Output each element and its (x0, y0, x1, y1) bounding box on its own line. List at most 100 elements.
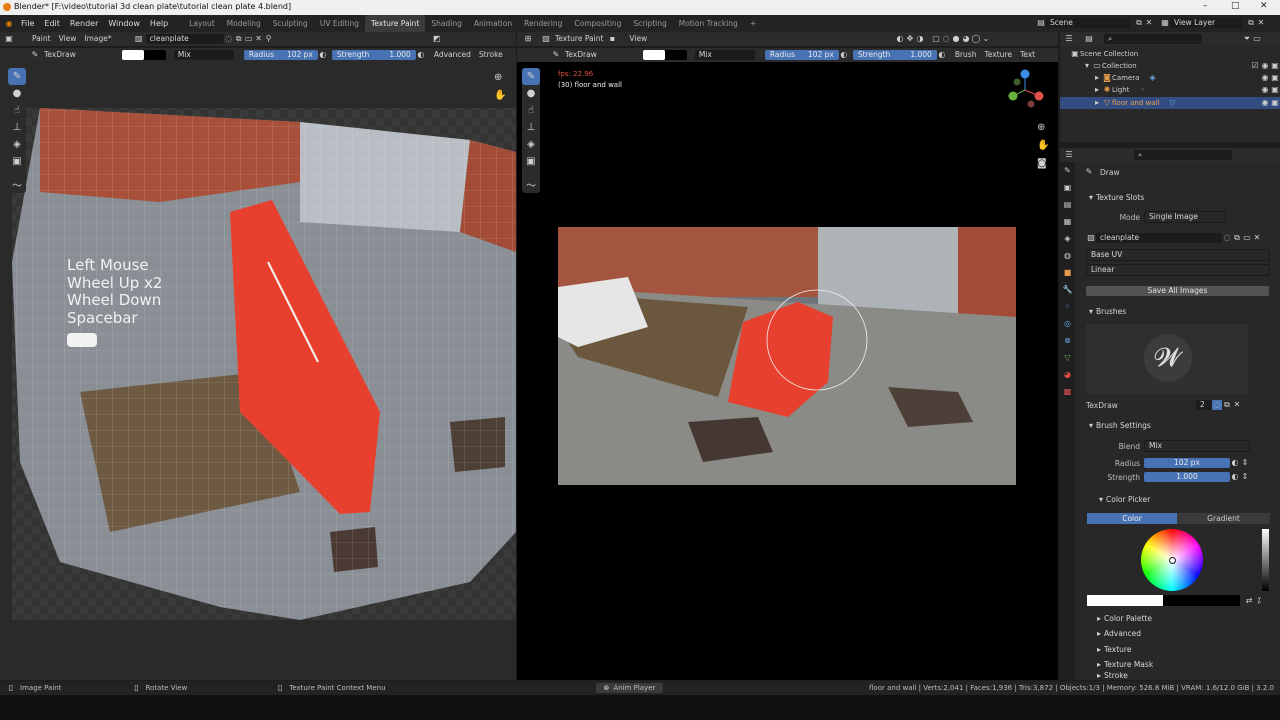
eyedropper-icon[interactable]: ⁒ (1254, 596, 1264, 606)
collapse-icon[interactable]: ▾ (1086, 421, 1096, 431)
fill-tool-icon[interactable]: ◈ (8, 136, 26, 153)
tab-uv-editing[interactable]: UV Editing (314, 15, 365, 32)
save-all-images-button[interactable]: Save All Images (1086, 286, 1269, 296)
texture-paint-mode-dropdown[interactable]: Texture Paint (551, 32, 607, 46)
shading-render-icon[interactable]: ◯ (971, 34, 981, 44)
brush-settings-panel-header[interactable]: ▾ Brush Settings (1086, 419, 1151, 433)
fake-user-icon[interactable]: ◌ (224, 34, 234, 44)
secondary-color-swatch[interactable] (1163, 595, 1240, 606)
pressure-icon[interactable]: ◐ (839, 50, 849, 60)
blender-menu-icon[interactable]: ◉ (4, 19, 14, 29)
gizmo-y-icon[interactable] (1008, 91, 1018, 101)
smear-tool-icon[interactable]: ☝ (8, 102, 26, 119)
tab-scripting[interactable]: Scripting (627, 15, 672, 32)
expand-icon[interactable]: ▾ (1082, 61, 1092, 71)
view-layer-remove-icon[interactable]: ✕ (1256, 18, 1266, 28)
slot-image-field[interactable]: cleanplate (1096, 233, 1222, 243)
viewport-brush-name[interactable]: TexDraw (561, 48, 601, 62)
pan-hand-icon[interactable]: ✋ (1037, 140, 1049, 151)
annotate-tool-icon[interactable]: 〜 (8, 176, 26, 193)
xray-icon[interactable]: ▢ (931, 34, 941, 44)
blend-mode-dropdown[interactable]: Mix (173, 50, 234, 60)
view-layer-tab-icon[interactable]: ▦ (1060, 213, 1075, 230)
advanced-dropdown[interactable]: Advanced (430, 48, 475, 62)
clone-tool-icon[interactable]: ⊥ (8, 119, 26, 136)
expand-icon[interactable]: ▸ (1092, 85, 1102, 95)
viewport-strength-slider[interactable]: Strength 1.000 (852, 50, 937, 60)
subpanel-advanced[interactable]: ▸ Advanced (1094, 627, 1141, 641)
outliner-item-camera[interactable]: ▸ ◙ Camera ◈ ◉ ▣ (1092, 73, 1280, 83)
zoom-icon[interactable]: ⊕ (1037, 122, 1045, 133)
mask-tool-icon[interactable]: ▣ (522, 153, 540, 170)
properties-search-input[interactable]: ⌕ (1134, 150, 1232, 160)
view-layer-new-icon[interactable]: ⧉ (1246, 18, 1256, 28)
shading-solid-icon[interactable]: ● (951, 34, 961, 44)
constraints-tab-icon[interactable]: ⊗ (1060, 332, 1075, 349)
menu-help[interactable]: Help (145, 15, 173, 32)
menu-image[interactable]: Image* (80, 32, 115, 46)
tab-sculpting[interactable]: Sculpting (267, 15, 314, 32)
collapse-icon[interactable]: ▾ (1086, 307, 1096, 317)
render-tab-icon[interactable]: ▣ (1060, 179, 1075, 196)
outliner-item-floor-and-wall[interactable]: ▸ ▽ floor and wall ▽ ◉ ▣ (1060, 97, 1280, 109)
brush-fake-user-icon[interactable]: ◌ (1212, 400, 1222, 410)
brush-strength-slider[interactable]: 1.000 (1144, 472, 1230, 482)
expand-icon[interactable]: ▸ (1092, 98, 1102, 108)
cancel-job-icon[interactable]: ⊗ (604, 684, 610, 692)
tool-tab-icon[interactable]: ✎ (1060, 162, 1075, 179)
color-swatch-secondary[interactable] (143, 50, 166, 60)
scene-remove-icon[interactable]: ✕ (1144, 18, 1154, 28)
strength-pressure-icon[interactable]: ◐ (937, 50, 947, 60)
expand-icon[interactable]: ▸ (1094, 629, 1104, 639)
render-icon[interactable]: ▣ (1270, 98, 1280, 108)
tab-gradient[interactable]: Gradient (1177, 513, 1270, 524)
scene-new-icon[interactable]: ⧉ (1134, 18, 1144, 28)
outliner-root[interactable]: ▣ Scene Collection (1070, 49, 1138, 59)
color-picker-panel-header[interactable]: ▾ Color Picker (1096, 493, 1150, 507)
camera-view-icon[interactable]: ◙ (1037, 158, 1047, 169)
eye-icon[interactable]: ◉ (1260, 73, 1270, 83)
menu-render[interactable]: Render (65, 15, 103, 32)
fill-tool-icon[interactable]: ◈ (522, 136, 540, 153)
shading-wire-icon[interactable]: ◌ (941, 34, 951, 44)
open-image-icon[interactable]: ▭ (244, 34, 254, 44)
menu-view[interactable]: View (55, 32, 81, 46)
tab-shading[interactable]: Shading (425, 15, 467, 32)
pressure-icon[interactable]: ◐ (318, 50, 328, 60)
render-icon[interactable]: ▣ (1270, 73, 1280, 83)
draw-tool-icon[interactable]: ✎ (8, 68, 26, 85)
subpanel-texture[interactable]: ▸ Texture (1094, 643, 1131, 657)
unlink-image-icon[interactable]: ✕ (1252, 233, 1262, 243)
expand-icon[interactable]: ▸ (1094, 672, 1104, 680)
pan-hand-icon[interactable]: ✋ (494, 90, 506, 101)
open-image-icon[interactable]: ▭ (1242, 233, 1252, 243)
annotate-tool-icon[interactable]: 〜 (522, 176, 540, 193)
new-collection-icon[interactable]: ▭ (1252, 34, 1262, 44)
pin-icon[interactable]: ⚲ (264, 34, 274, 44)
checkbox-icon[interactable]: ☑ (1250, 61, 1260, 71)
zoom-icon[interactable]: ⊕ (494, 72, 502, 83)
gizmo-z-icon[interactable] (1020, 69, 1030, 79)
overlay-icon[interactable]: ◑ (915, 34, 925, 44)
tab-compositing[interactable]: Compositing (568, 15, 627, 32)
collapse-icon[interactable]: ▾ (1086, 193, 1096, 203)
new-image-icon[interactable]: ⧉ (234, 34, 244, 44)
visibility-icon[interactable]: ◐ (895, 34, 905, 44)
paint-mode-dropdown[interactable]: Paint (28, 32, 55, 46)
brush-preview[interactable]: 𝓦 (1086, 324, 1248, 394)
display-mode-icon[interactable]: ▤ (1084, 34, 1094, 44)
viewport-color-secondary[interactable] (664, 50, 687, 60)
strength-pressure-icon[interactable]: ◐ (1230, 472, 1240, 482)
viewport-color-primary[interactable] (642, 50, 665, 60)
radius-unit-icon[interactable]: ⇕ (1240, 458, 1250, 468)
tab-modeling[interactable]: Modeling (221, 15, 267, 32)
strength-unit-icon[interactable]: ⇕ (1240, 472, 1250, 482)
soften-tool-icon[interactable]: ● (522, 85, 540, 102)
brushes-panel-header[interactable]: ▾ Brushes (1086, 305, 1126, 319)
world-tab-icon[interactable]: ◍ (1060, 247, 1075, 264)
new-image-icon[interactable]: ⧉ (1232, 233, 1242, 243)
viewport-radius-slider[interactable]: Radius 102 px (764, 50, 839, 60)
brush-new-icon[interactable]: ⧉ (1222, 400, 1232, 410)
brush-blend-dropdown[interactable]: Mix (1144, 440, 1250, 452)
gizmo-x-icon[interactable] (1034, 91, 1044, 101)
